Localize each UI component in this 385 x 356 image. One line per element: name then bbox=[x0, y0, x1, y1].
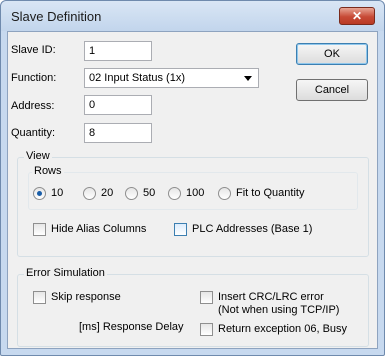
rows-group-title: Rows bbox=[32, 165, 64, 177]
view-group-title: View bbox=[24, 150, 52, 162]
hide-alias-columns-label: Hide Alias Columns bbox=[51, 223, 147, 235]
insert-crc-label: Insert CRC/LRC error bbox=[218, 291, 324, 303]
dialog-body: Slave ID: 1 Function: 02 Input Status (1… bbox=[7, 31, 378, 349]
function-label: Function: bbox=[11, 72, 57, 84]
cancel-button[interactable]: Cancel bbox=[296, 79, 368, 101]
rows-radio-20[interactable] bbox=[83, 187, 96, 200]
slave-id-value: 1 bbox=[89, 45, 96, 57]
ok-button[interactable]: OK bbox=[296, 43, 368, 65]
rows-option-10-label: 10 bbox=[51, 187, 64, 199]
dialog-window: Slave Definition ✕ Slave ID: 1 Function:… bbox=[0, 0, 385, 356]
plc-addresses-label: PLC Addresses (Base 1) bbox=[192, 223, 313, 235]
quantity-label: Quantity: bbox=[11, 127, 56, 139]
rows-radio-fit[interactable] bbox=[218, 187, 231, 200]
chevron-down-icon bbox=[244, 76, 252, 81]
rows-radio-50[interactable] bbox=[125, 187, 138, 200]
function-select[interactable]: 02 Input Status (1x) bbox=[84, 68, 259, 88]
rows-option-50-label: 50 bbox=[143, 187, 156, 199]
close-icon: ✕ bbox=[351, 9, 363, 23]
insert-crc-checkbox[interactable] bbox=[200, 291, 213, 304]
skip-response-label: Skip response bbox=[51, 291, 121, 303]
rows-option-fit-label: Fit to Quantity bbox=[236, 187, 305, 199]
insert-crc-note: (Not when using TCP/IP) bbox=[218, 304, 340, 316]
return-exception-label: Return exception 06, Busy bbox=[218, 323, 348, 335]
skip-response-checkbox[interactable] bbox=[33, 291, 46, 304]
plc-addresses-checkbox[interactable] bbox=[174, 223, 187, 236]
title-bar[interactable]: Slave Definition ✕ bbox=[1, 1, 384, 31]
rows-option-100-label: 100 bbox=[186, 187, 205, 199]
dialog-title: Slave Definition bbox=[11, 9, 102, 24]
rows-radio-100[interactable] bbox=[168, 187, 181, 200]
rows-option-20-label: 20 bbox=[101, 187, 114, 199]
address-value: 0 bbox=[89, 99, 96, 111]
quantity-value: 8 bbox=[89, 127, 96, 139]
function-value: 02 Input Status (1x) bbox=[89, 72, 185, 84]
close-button[interactable]: ✕ bbox=[339, 7, 375, 25]
quantity-input[interactable]: 8 bbox=[84, 123, 152, 143]
rows-radio-10[interactable] bbox=[33, 187, 46, 200]
slave-id-input[interactable]: 1 bbox=[84, 41, 152, 61]
response-delay-label: [ms] Response Delay bbox=[79, 321, 184, 333]
slave-id-label: Slave ID: bbox=[11, 44, 56, 56]
address-input[interactable]: 0 bbox=[84, 95, 152, 115]
return-exception-checkbox[interactable] bbox=[200, 323, 213, 336]
address-label: Address: bbox=[11, 100, 55, 112]
hide-alias-columns-checkbox[interactable] bbox=[33, 223, 46, 236]
error-simulation-title: Error Simulation bbox=[24, 267, 107, 279]
